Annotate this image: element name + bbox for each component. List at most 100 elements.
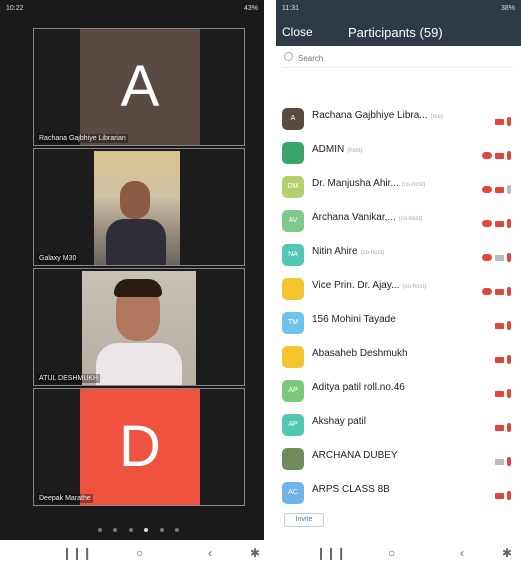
status-bar: 10:22 43% <box>0 0 264 18</box>
participant-row[interactable]: AV Archana Vanikar,... (co-host) <box>276 204 521 238</box>
page-dot <box>159 528 164 532</box>
participant-name-text: Vice Prin. Dr. Ajay... <box>312 280 400 291</box>
recents-icon[interactable]: ❙❙❙ <box>316 546 346 560</box>
participant-name: Aditya patil roll.no.46 <box>312 382 408 393</box>
home-icon[interactable]: ○ <box>136 546 143 560</box>
microphone-icon <box>507 287 511 297</box>
participant-avatar: AC <box>282 482 304 504</box>
page-indicator[interactable] <box>98 519 188 550</box>
participant-row[interactable]: ADMIN (host) <box>276 136 521 170</box>
participant-name-text: Abasaheb Deshmukh <box>312 348 408 359</box>
participant-role-tag: (host) <box>347 148 363 154</box>
participant-row[interactable]: Abasaheb Deshmukh <box>276 340 521 374</box>
microphone-icon <box>507 423 511 433</box>
screenshot-root: 10:22 43% A Rachana Gajbhiye Librarian G… <box>0 0 521 566</box>
participant-avatar: NA <box>282 244 304 266</box>
participant-status-icons <box>479 181 511 195</box>
participant-status-icons <box>492 113 511 127</box>
participant-avatar <box>282 142 304 164</box>
participant-row[interactable]: DM Dr. Manjusha Ahir... (co-host) <box>276 170 521 204</box>
participants-title: Participants (59) <box>348 25 443 40</box>
camera-icon <box>495 424 504 431</box>
participant-name: Archana Vanikar,... (co-host) <box>312 212 422 223</box>
participant-name: Abasaheb Deshmukh <box>312 348 411 359</box>
participant-row[interactable]: Vice Prin. Dr. Ajay... (co-host) <box>276 272 521 306</box>
status-time: 10:22 <box>6 5 24 12</box>
camera-icon <box>495 152 504 159</box>
gallery-screen: 10:22 43% A Rachana Gajbhiye Librarian G… <box>0 0 264 566</box>
participant-role-tag: (co-host) <box>401 182 426 188</box>
search-bar[interactable] <box>282 50 514 68</box>
page-dot <box>128 528 133 532</box>
invite-button[interactable]: Invite <box>284 513 324 527</box>
accessibility-icon[interactable]: ✱ <box>502 546 512 560</box>
camera-icon <box>495 254 504 261</box>
page-dot <box>175 528 180 532</box>
body-shape <box>96 343 182 385</box>
participant-avatar <box>282 346 304 368</box>
video-tile-2[interactable]: Galaxy M30 <box>33 148 245 266</box>
participant-name-text: Nitin Ahire <box>312 246 358 257</box>
participant-status-icons <box>492 419 511 433</box>
participant-avatar <box>282 448 304 470</box>
status-battery: 43% <box>243 5 258 12</box>
participant-avatar: TM <box>282 312 304 334</box>
camera-icon <box>495 118 504 125</box>
video-tile-3[interactable]: ATUL DESHMUKH <box>33 268 245 386</box>
participant-row[interactable]: NA Nitin Ahire (co-host) <box>276 238 521 272</box>
participant-row[interactable]: AP Aditya patil roll.no.46 <box>276 374 521 408</box>
avatar-letter: D <box>80 389 200 505</box>
participant-status-icons <box>479 215 511 229</box>
camera-icon <box>495 186 504 193</box>
participant-row[interactable]: A Rachana Gajbhiye Libra... (me) <box>276 102 521 136</box>
participant-avatar: AP <box>282 380 304 402</box>
microphone-icon <box>507 117 511 127</box>
participants-screen: 11:31 38% Close Participants (59) A Racha… <box>276 0 521 566</box>
cloud-icon <box>482 186 492 194</box>
participant-name-text: Akshay patil <box>312 416 366 427</box>
video-tile-4[interactable]: D Deepak Marathe <box>33 388 245 506</box>
participant-role-tag: (co-host) <box>402 284 427 290</box>
hair-shape <box>114 279 162 297</box>
participant-name: Rachana Gajbhiye Libra... (me) <box>312 110 443 121</box>
participant-name-text: 156 Mohini Tayade <box>312 314 396 325</box>
body-shape <box>106 219 166 265</box>
participant-avatar <box>282 278 304 300</box>
back-icon[interactable]: ‹ <box>208 546 212 560</box>
page-dot <box>98 528 102 532</box>
page-dot-active <box>144 528 149 532</box>
accessibility-icon[interactable]: ✱ <box>250 546 260 560</box>
participant-status-icons <box>479 147 511 161</box>
participant-status-icons <box>492 453 511 467</box>
participant-video <box>94 151 180 265</box>
participant-status-icons <box>492 317 511 331</box>
participant-row[interactable]: TM 156 Mohini Tayade <box>276 306 521 340</box>
camera-icon <box>495 288 504 295</box>
microphone-icon <box>507 321 511 331</box>
participant-name: Vice Prin. Dr. Ajay... (co-host) <box>312 280 426 291</box>
tile-name: ATUL DESHMUKH <box>37 374 101 383</box>
participant-row[interactable]: AC ARPS CLASS 8B <box>276 476 521 510</box>
participant-status-icons <box>492 385 511 399</box>
search-icon <box>284 52 293 61</box>
tile-name: Deepak Marathe <box>37 494 93 503</box>
search-input[interactable] <box>298 52 498 65</box>
participant-avatar: A <box>282 108 304 130</box>
video-tile-1[interactable]: A Rachana Gajbhiye Librarian <box>33 28 245 146</box>
participants-header: Close Participants (59) <box>276 18 521 46</box>
participant-row[interactable]: AP Akshay patil <box>276 408 521 442</box>
camera-icon <box>495 322 504 329</box>
participant-name-text: ARPS CLASS 8B <box>312 484 390 495</box>
participant-name-text: ADMIN <box>312 144 345 155</box>
participant-row[interactable]: ARCHANA DUBEY <box>276 442 521 476</box>
participant-name: Dr. Manjusha Ahir... (co-host) <box>312 178 425 189</box>
recents-icon[interactable]: ❙❙❙ <box>62 546 92 560</box>
close-button[interactable]: Close <box>282 25 313 39</box>
camera-icon <box>495 356 504 363</box>
home-icon[interactable]: ○ <box>388 546 395 560</box>
participant-role-tag: (co-host) <box>398 216 423 222</box>
camera-icon <box>495 390 504 397</box>
participant-role-tag: (me) <box>430 114 443 120</box>
back-icon[interactable]: ‹ <box>460 546 464 560</box>
participant-name: ARPS CLASS 8B <box>312 484 393 495</box>
